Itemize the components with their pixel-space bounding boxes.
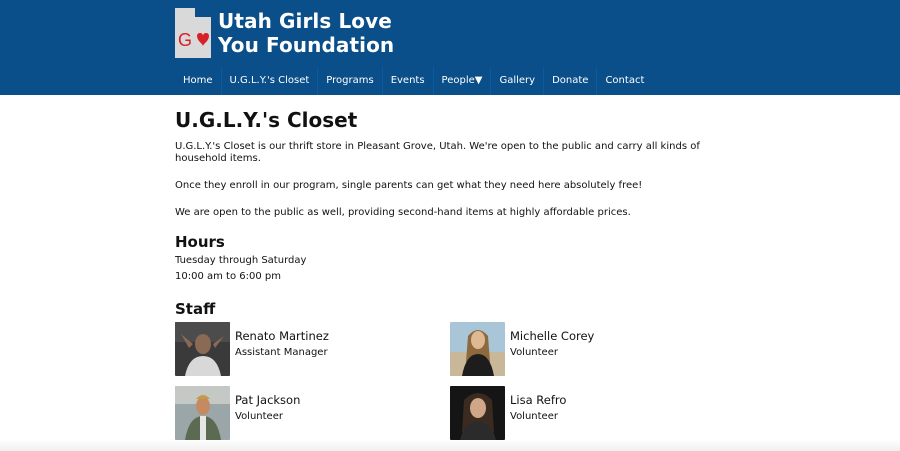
nav-donate[interactable]: Donate xyxy=(544,67,598,95)
staff-photo-pat[interactable] xyxy=(175,386,230,440)
bottom-shadow xyxy=(0,439,900,451)
staff-name: Pat Jackson xyxy=(235,393,301,407)
staff-photo-michelle[interactable] xyxy=(450,322,505,376)
staff-role: Volunteer xyxy=(235,411,283,422)
nav-people-dropdown[interactable]: People▼ xyxy=(434,67,492,95)
staff-role: Volunteer xyxy=(510,347,558,358)
svg-text:G: G xyxy=(178,30,192,50)
nav-programs[interactable]: Programs xyxy=(318,67,383,95)
nav-home[interactable]: Home xyxy=(175,67,222,95)
hours-days: Tuesday through Saturday xyxy=(175,255,307,266)
staff-card: Renato Martinez Assistant Manager xyxy=(175,322,435,376)
site-title-line1: Utah Girls Love xyxy=(218,9,392,33)
site-title[interactable]: Utah Girls Love You Foundation xyxy=(218,9,478,57)
staff-name: Renato Martinez xyxy=(235,329,329,343)
page-title: U.G.L.Y.'s Closet xyxy=(175,108,358,132)
staff-card: Pat Jackson Volunteer xyxy=(175,386,435,440)
utah-logo-icon[interactable]: G xyxy=(175,8,211,58)
nav-gallery[interactable]: Gallery xyxy=(491,67,545,95)
main-nav: Home U.G.L.Y.'s Closet Programs Events P… xyxy=(175,67,652,95)
staff-photo-renato[interactable] xyxy=(175,322,230,376)
site-title-line2: You Foundation xyxy=(218,33,395,57)
staff-card: Lisa Refro Volunteer xyxy=(450,386,710,440)
main-content: U.G.L.Y.'s Closet U.G.L.Y.'s Closet is o… xyxy=(175,106,715,219)
nav-uglys-closet[interactable]: U.G.L.Y.'s Closet xyxy=(222,67,319,95)
staff-name: Michelle Corey xyxy=(510,329,595,343)
staff-photo-lisa[interactable] xyxy=(450,386,505,440)
staff-name: Lisa Refro xyxy=(510,393,567,407)
public-paragraph: We are open to the public as well, provi… xyxy=(175,207,631,218)
staff-heading: Staff xyxy=(175,300,216,318)
staff-card: Michelle Corey Volunteer xyxy=(450,322,710,376)
enroll-paragraph: Once they enroll in our program, single … xyxy=(175,180,643,191)
staff-role: Volunteer xyxy=(510,411,558,422)
hours-heading: Hours xyxy=(175,233,225,251)
site-header: G Utah Girls Love You Foundation Home U.… xyxy=(0,0,900,95)
hours-time: 10:00 am to 6:00 pm xyxy=(175,271,281,282)
nav-events[interactable]: Events xyxy=(383,67,434,95)
staff-role: Assistant Manager xyxy=(235,347,328,358)
intro-paragraph: U.G.L.Y.'s Closet is our thrift store in… xyxy=(175,141,700,164)
nav-contact[interactable]: Contact xyxy=(597,67,652,95)
